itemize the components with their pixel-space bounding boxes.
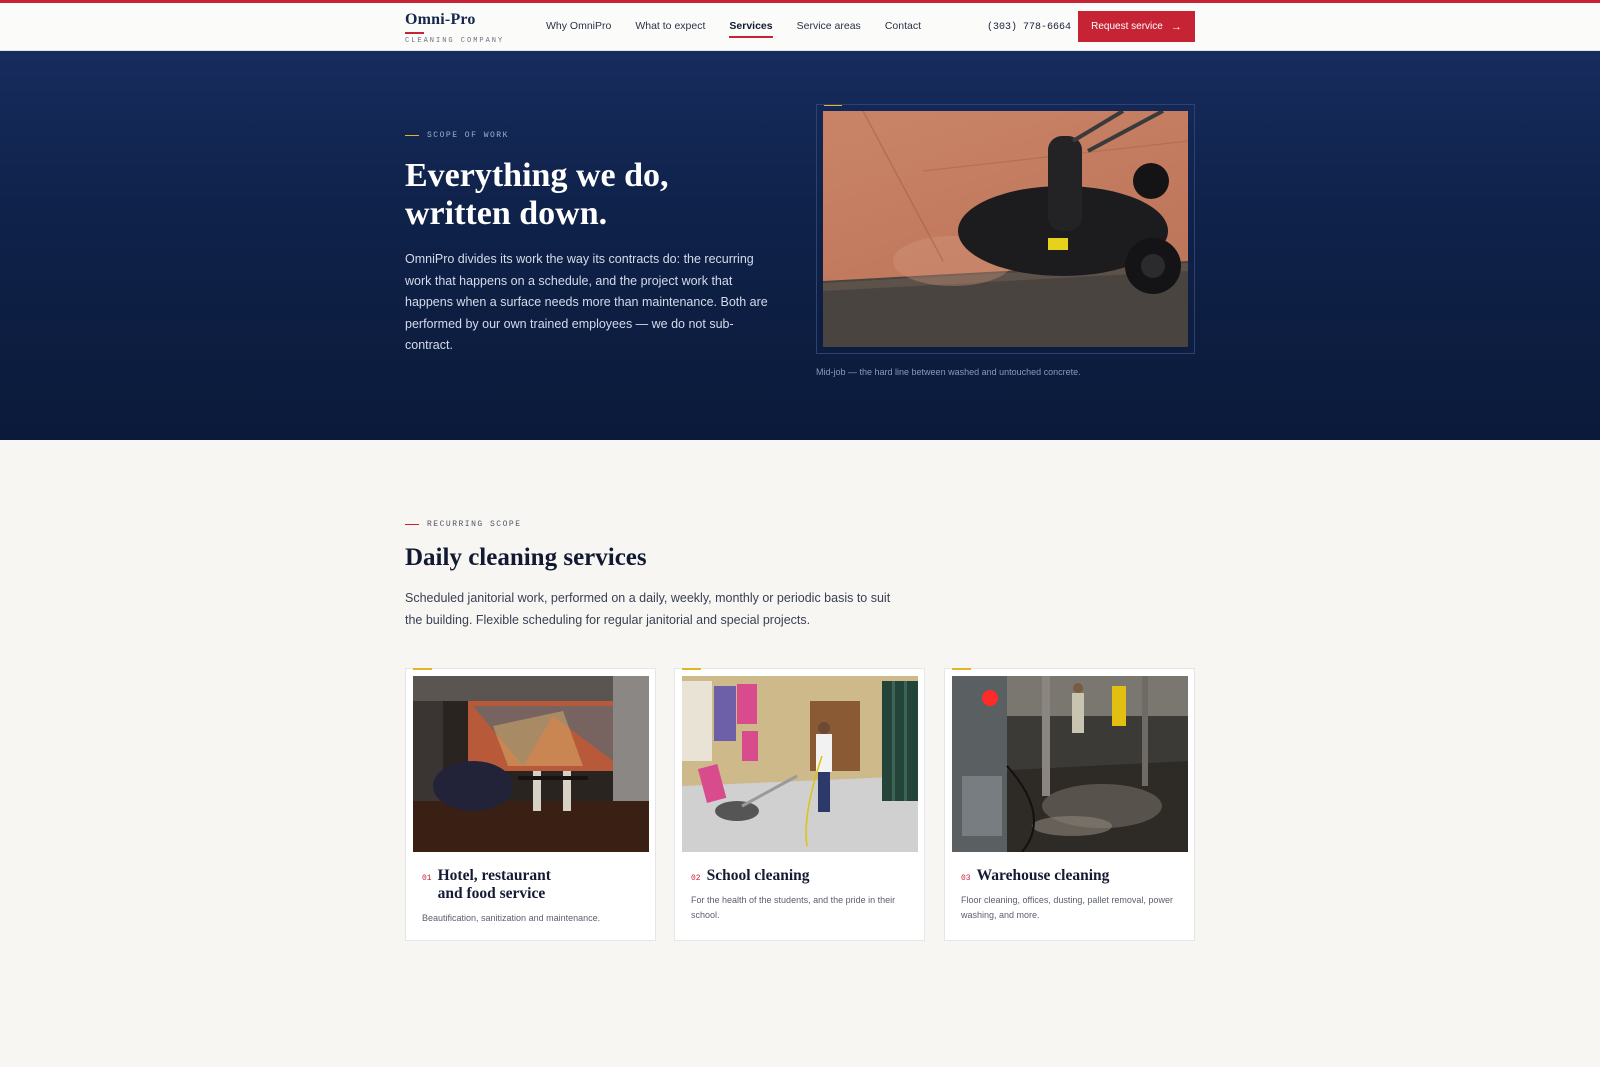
card-accent <box>952 668 971 670</box>
brand-logo[interactable]: Omni-Pro CLEANING COMPANY <box>405 11 504 45</box>
card-text: Floor cleaning, offices, dusting, pallet… <box>961 895 1173 920</box>
card-title-row: 01 Hotel, restaurant and food service <box>422 867 648 903</box>
card-text: For the health of the students, and the … <box>691 895 896 920</box>
request-service-button[interactable]: Request service → <box>1078 11 1195 42</box>
hero-eyebrow: SCOPE OF WORK <box>405 131 509 140</box>
card-title: Hotel, restaurant and food service <box>437 867 551 902</box>
brand-name: Omni-Pro <box>405 11 476 28</box>
recurring-eyebrow: RECURRING SCOPE <box>405 520 522 529</box>
card-number: 03 <box>961 874 971 883</box>
card-photo-warehouse <box>952 676 1188 852</box>
hero-photo-floor-scrubber <box>823 111 1188 347</box>
card-text: Beautification, sanitization and mainten… <box>422 913 601 923</box>
card-title: Warehouse cleaning <box>976 867 1110 884</box>
nav-contact[interactable]: Contact <box>885 20 921 38</box>
nav-services[interactable]: Services <box>729 20 773 38</box>
hero-body: OmniPro divides its work the way its con… <box>405 252 768 352</box>
eyebrow-dash <box>405 523 419 526</box>
card-number: 02 <box>691 874 701 883</box>
brand-rule <box>405 32 424 34</box>
service-card-warehouse[interactable]: 03 Warehouse cleaning Floor cleaning, of… <box>944 668 1195 941</box>
card-number: 01 <box>422 874 432 883</box>
brand-subtitle: CLEANING COMPANY <box>405 37 505 45</box>
hero-photo-frame <box>816 104 1195 354</box>
card-title-row: 02 School cleaning <box>691 867 917 885</box>
nav-why-omnipro[interactable]: Why OmniPro <box>546 20 611 38</box>
hero-title: Everything we do, written down. <box>405 157 669 232</box>
card-title-row: 03 Warehouse cleaning <box>961 867 1187 885</box>
nav-service-areas[interactable]: Service areas <box>797 20 861 38</box>
request-service-label: Request service <box>1091 21 1163 32</box>
card-accent <box>682 668 701 670</box>
nav-what-to-expect[interactable]: What to expect <box>635 20 705 38</box>
card-title: School cleaning <box>706 867 810 884</box>
site-header: Omni-Pro CLEANING COMPANY Why OmniPro Wh… <box>0 3 1600 51</box>
recurring-body: Scheduled janitorial work, performed on … <box>405 591 891 627</box>
hero-eyebrow-label: SCOPE OF WORK <box>427 131 509 140</box>
recurring-eyebrow-label: RECURRING SCOPE <box>427 520 522 529</box>
recurring-title: Daily cleaning services <box>405 544 647 571</box>
phone-number[interactable]: (303) 778-6664 <box>987 22 1071 33</box>
card-photo-school-hallway <box>682 676 918 852</box>
main-nav: Why OmniPro What to expect Services Serv… <box>546 20 945 38</box>
card-photo-restaurant <box>413 676 649 852</box>
service-card-school[interactable]: 02 School cleaning For the health of the… <box>674 668 925 941</box>
service-card-hotel[interactable]: 01 Hotel, restaurant and food service Be… <box>405 668 656 941</box>
hero-photo-caption: Mid-job — the hard line between washed a… <box>816 367 1081 377</box>
hero-section: SCOPE OF WORK Everything we do, written … <box>0 51 1600 440</box>
card-accent <box>413 668 432 670</box>
arrow-right-icon: → <box>1170 20 1182 33</box>
eyebrow-dash <box>405 134 419 137</box>
